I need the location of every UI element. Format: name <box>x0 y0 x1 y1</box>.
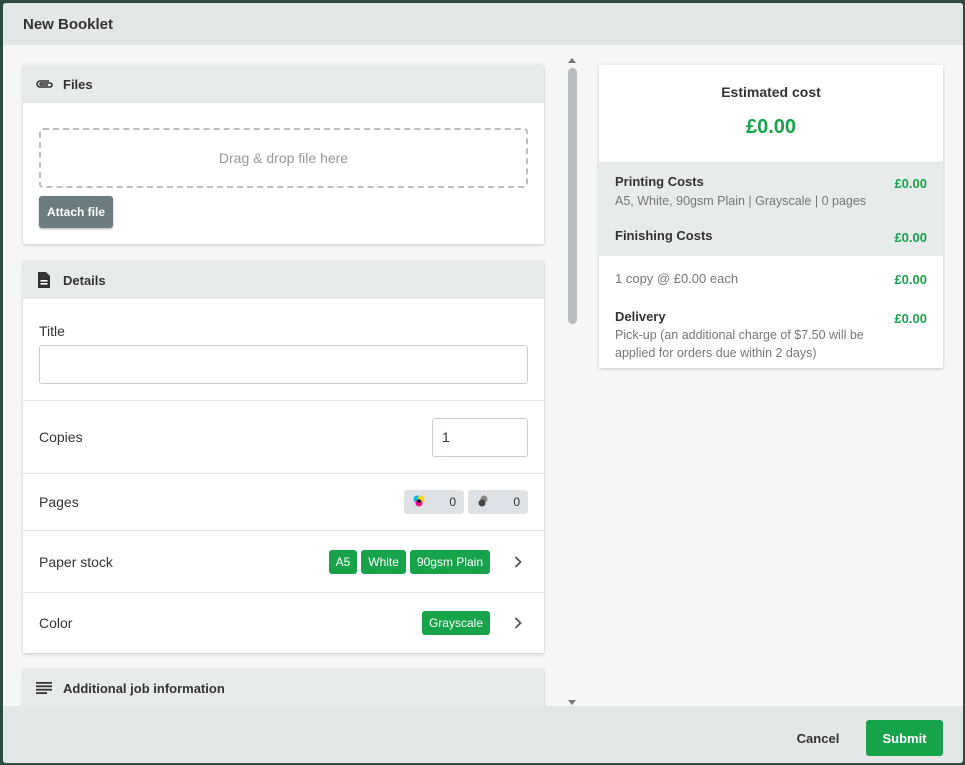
files-card: Files Drag & drop file here Attach file <box>23 65 544 244</box>
pages-row: Pages 0 0 <box>23 473 544 530</box>
chevron-right-icon[interactable] <box>508 552 528 572</box>
costs-breakdown: Printing Costs £0.00 A5, White, 90gsm Pl… <box>599 162 943 256</box>
grayscale-icon <box>476 494 490 511</box>
additional-info-heading: Additional job information <box>63 680 225 696</box>
modal-title: New Booklet <box>23 15 114 33</box>
copies-label: Copies <box>39 429 83 445</box>
per-copy-value: £0.00 <box>894 272 927 287</box>
pages-label: Pages <box>39 494 79 510</box>
file-dropzone[interactable]: Drag & drop file here <box>39 128 528 188</box>
modal-header: New Booklet <box>3 3 963 45</box>
attach-file-button[interactable]: Attach file <box>39 196 113 228</box>
per-copy-text: 1 copy @ £0.00 each <box>615 271 739 286</box>
paper-stock-row[interactable]: Paper stock A5 White 90gsm Plain <box>23 530 544 592</box>
chevron-right-icon[interactable] <box>508 613 528 633</box>
estimated-cost-card: Estimated cost £0.00 Printing Costs £0.0… <box>599 65 943 368</box>
grayscale-pages-counter[interactable]: 0 <box>468 490 528 514</box>
grayscale-pages-count: 0 <box>513 495 520 509</box>
paperclip-icon <box>33 73 55 95</box>
paper-stock-label: Paper stock <box>39 553 113 570</box>
printing-costs-detail: A5, White, 90gsm Plain | Grayscale | 0 p… <box>615 194 867 208</box>
delivery-value: £0.00 <box>894 311 927 326</box>
color-row[interactable]: Color Grayscale <box>23 592 544 653</box>
cmyk-icon <box>412 494 426 511</box>
delivery-title: Delivery <box>615 309 666 324</box>
finishing-costs-title: Finishing Costs <box>615 228 713 243</box>
copies-row: Copies 1 <box>23 400 544 473</box>
title-label: Title <box>39 323 65 339</box>
title-input[interactable] <box>39 345 528 384</box>
new-booklet-modal: New Booklet Files Drag & drop file here … <box>3 3 963 763</box>
paper-color-tag: White <box>361 549 406 574</box>
color-pages-counter[interactable]: 0 <box>404 490 464 514</box>
additional-info-card: Additional job information <box>23 669 544 706</box>
form-column[interactable]: Files Drag & drop file here Attach file … <box>3 45 581 706</box>
paper-weight-tag: 90gsm Plain <box>409 549 490 574</box>
delivery-detail: Pick-up (an additional charge of $7.50 w… <box>615 328 864 360</box>
scroll-up-arrow-icon[interactable] <box>567 51 577 69</box>
color-mode-tag: Grayscale <box>421 611 490 635</box>
document-icon <box>33 269 55 291</box>
submit-button[interactable]: Submit <box>866 720 943 756</box>
paper-size-tag: A5 <box>328 549 358 574</box>
estimated-cost-total: £0.00 <box>745 116 797 138</box>
finishing-costs-value: £0.00 <box>894 230 927 245</box>
scrollbar-thumb[interactable] <box>568 68 577 324</box>
details-heading: Details <box>63 272 106 288</box>
details-card: Details Title Copies 1 Pages 0 0 Paper s… <box>23 261 544 653</box>
form-scrollbar[interactable] <box>565 51 579 706</box>
estimated-cost-label: Estimated cost <box>721 84 821 100</box>
files-heading: Files <box>63 76 93 92</box>
printing-costs-title: Printing Costs <box>615 174 704 189</box>
files-card-header: Files <box>23 65 544 103</box>
color-label: Color <box>39 615 73 631</box>
color-pages-count: 0 <box>449 495 456 509</box>
printing-costs-value: £0.00 <box>894 176 927 191</box>
pages-counters: 0 0 <box>404 490 528 514</box>
additional-info-header[interactable]: Additional job information <box>23 669 544 706</box>
copies-input[interactable]: 1 <box>432 417 528 457</box>
cancel-button[interactable]: Cancel <box>783 720 853 756</box>
lines-icon <box>33 677 55 699</box>
modal-footer: Cancel Submit <box>3 706 963 763</box>
details-card-header: Details <box>23 261 544 299</box>
